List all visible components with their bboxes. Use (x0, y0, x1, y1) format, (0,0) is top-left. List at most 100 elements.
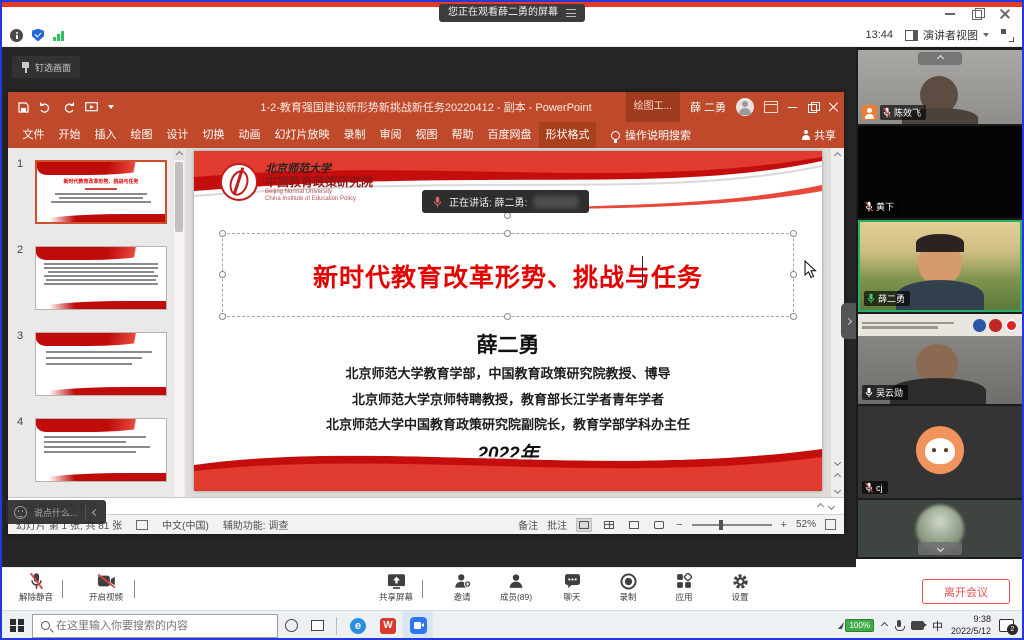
notes-scroll-up-icon[interactable] (817, 502, 824, 509)
collapse-videos-button[interactable] (918, 52, 962, 65)
video-options-caret[interactable] (134, 580, 135, 598)
rotate-handle[interactable] (504, 212, 511, 219)
participant-video[interactable]: 黄下 (858, 126, 1022, 218)
invite-button[interactable]: 邀请 (440, 572, 484, 603)
fit-slide-icon[interactable] (825, 519, 836, 530)
tab-slideshow[interactable]: 幻灯片放映 (268, 122, 336, 148)
accessibility-status[interactable]: 辅助功能: 调查 (223, 517, 289, 532)
tab-shape-format[interactable]: 形状格式 (539, 122, 596, 148)
display-settings-icon[interactable] (136, 520, 148, 530)
slide-thumbnail-2[interactable] (35, 246, 167, 310)
tab-view[interactable]: 视图 (409, 122, 444, 148)
settings-button[interactable]: 设置 (718, 572, 762, 603)
tab-draw[interactable]: 绘图 (124, 122, 159, 148)
undo-icon[interactable] (39, 102, 52, 113)
resize-handle[interactable] (504, 230, 511, 237)
start-slideshow-icon[interactable] (85, 102, 98, 113)
tab-review[interactable]: 审阅 (373, 122, 408, 148)
tab-file[interactable]: 文件 (16, 122, 51, 148)
browser-app-button[interactable]: e (343, 611, 373, 640)
slide-sorter-view-button[interactable] (601, 518, 617, 532)
resize-handle[interactable] (790, 313, 797, 320)
tab-record[interactable]: 录制 (337, 122, 372, 148)
slide-bio-line[interactable]: 北京师范大学中国教育政策研究院副院长，教育学部学科办主任 (194, 414, 822, 433)
fullscreen-icon[interactable] (1001, 29, 1014, 42)
tray-expand-icon[interactable] (881, 622, 888, 629)
slide-title-text[interactable]: 新时代教育改革形势、挑战与任务 (223, 258, 793, 294)
restore-button[interactable] (972, 8, 983, 19)
battery-indicator[interactable]: 100% (839, 619, 873, 632)
emoji-icon[interactable] (14, 506, 27, 519)
notes-pane[interactable]: 单击此处添加备注 (8, 497, 844, 514)
chat-quick-entry[interactable]: 说点什么... (6, 500, 106, 524)
close-button[interactable] (999, 8, 1010, 19)
slideshow-view-button[interactable] (651, 518, 667, 532)
zoom-out-button[interactable]: − (676, 519, 682, 531)
redo-icon[interactable] (62, 102, 75, 113)
slide-bio-line[interactable]: 北京师范大学教育学部，中国教育政策研究院教授、博导 (194, 363, 822, 382)
tab-help[interactable]: 帮助 (445, 122, 480, 148)
share-options-caret[interactable] (422, 580, 423, 598)
leave-meeting-button[interactable]: 离开会议 (922, 579, 1010, 604)
taskbar-search[interactable] (32, 614, 278, 638)
view-mode-selector[interactable]: 演讲者视图 (905, 27, 989, 43)
slide-author[interactable]: 薛二勇 (194, 329, 822, 359)
meeting-info-icon[interactable] (10, 29, 23, 42)
unmute-button[interactable]: 解除静音 (14, 572, 58, 603)
reading-view-button[interactable] (626, 518, 642, 532)
resize-handle[interactable] (219, 230, 226, 237)
thumbnail-scrollbar[interactable] (174, 148, 184, 497)
collapse-chat-icon[interactable] (91, 508, 98, 515)
save-icon[interactable] (18, 102, 29, 113)
zoom-slider[interactable] (692, 524, 772, 526)
scroll-down-button[interactable] (831, 455, 844, 469)
title-textbox-selected[interactable]: 新时代教育改革形势、挑战与任务 (222, 233, 794, 317)
slide-thumbnail-1[interactable]: 新时代教育改革形势、挑战与任务 (35, 160, 167, 224)
account-avatar[interactable] (736, 98, 754, 116)
start-video-button[interactable]: 开启视频 (84, 572, 128, 603)
record-button[interactable]: 录制 (606, 572, 650, 603)
ribbon-display-icon[interactable] (764, 101, 778, 113)
ppt-minimize-button[interactable] (788, 102, 798, 112)
language-status[interactable]: 中文(中国) (162, 517, 209, 532)
taskbar-clock[interactable]: 9:38 2022/5/12 (951, 614, 991, 637)
notes-toggle[interactable]: 备注 (518, 517, 538, 532)
mic-options-caret[interactable] (62, 580, 63, 598)
account-name[interactable]: 薛 二勇 (690, 99, 726, 115)
wps-app-button[interactable]: W (373, 611, 403, 640)
share-screen-button[interactable]: 共享屏幕 (374, 572, 418, 603)
comments-toggle[interactable]: 批注 (547, 517, 567, 532)
participant-video[interactable] (858, 500, 1022, 557)
drawing-tools-tab[interactable]: 绘图工... (626, 92, 680, 122)
task-view-button[interactable] (304, 611, 330, 640)
resize-handle[interactable] (790, 230, 797, 237)
next-slide-button[interactable] (831, 483, 844, 497)
cortana-button[interactable] (278, 611, 304, 640)
chat-button[interactable]: 聊天 (550, 572, 594, 603)
meeting-app-button[interactable] (403, 611, 433, 640)
scroll-up-button[interactable] (831, 148, 844, 162)
action-center-icon[interactable]: 2 (999, 619, 1014, 632)
previous-slide-button[interactable] (831, 469, 844, 483)
tab-animations[interactable]: 动画 (232, 122, 267, 148)
slide-bio-line[interactable]: 北京师范大学京师特聘教授，教育部长江学者青年学者 (194, 389, 822, 408)
normal-view-button[interactable] (576, 518, 592, 532)
tell-me-search[interactable]: 操作说明搜索 (611, 127, 691, 143)
slide-thumbnail-4[interactable] (35, 418, 167, 482)
ime-indicator[interactable]: 中 (932, 618, 943, 634)
qat-more-icon[interactable] (108, 105, 114, 109)
tab-home[interactable]: 开始 (52, 122, 87, 148)
ppt-restore-button[interactable] (808, 102, 818, 112)
apps-button[interactable]: 应用 (662, 572, 706, 603)
participant-video[interactable]: 陈效飞 (858, 50, 1022, 124)
pin-view-button[interactable]: 钉选画面 (12, 56, 80, 78)
resize-handle[interactable] (504, 313, 511, 320)
sidebar-collapse-tab[interactable] (841, 303, 856, 339)
tray-camera-icon[interactable] (911, 621, 924, 630)
tab-transitions[interactable]: 切换 (196, 122, 231, 148)
search-input[interactable] (56, 620, 246, 632)
slide-thumbnail-3[interactable] (35, 332, 167, 396)
share-button[interactable]: 共享 (802, 127, 836, 143)
zoom-slider-handle[interactable] (719, 520, 723, 530)
zoom-level[interactable]: 52% (796, 519, 816, 530)
